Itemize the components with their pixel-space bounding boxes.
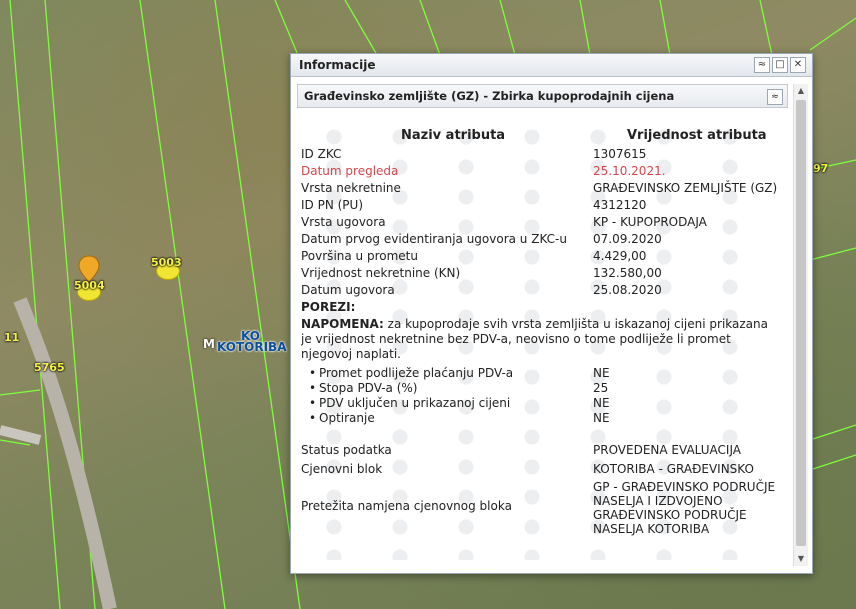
attribute-name: Datum pregleda xyxy=(301,164,399,178)
attribute-name: Datum ugovora xyxy=(301,283,395,297)
column-header-value: Vrijednost atributa xyxy=(627,128,767,143)
parcel-label[interactable]: 5004 xyxy=(74,279,105,292)
namjena-line: GRAĐEVINSKO PODRUČJE xyxy=(593,508,747,522)
namjena-line: NASELJA KOTORIBA xyxy=(593,522,710,536)
attribute-value: 1307615 xyxy=(593,147,647,161)
attribute-value: 25.08.2020 xyxy=(593,283,662,297)
attribute-value: PROVEDENA EVALUACIJA xyxy=(593,443,741,457)
attribute-value: 4.429,00 xyxy=(593,249,647,263)
attribute-name: Vrijednost nekretnine (KN) xyxy=(301,266,461,280)
section-header[interactable]: Građevinsko zemljište (GZ) - Zbirka kupo… xyxy=(297,84,788,108)
attribute-value: 07.09.2020 xyxy=(593,232,662,246)
tax-item-value: NE xyxy=(593,366,610,380)
tax-item-name: PDV uključen u prikazanoj cijeni xyxy=(309,396,510,410)
tax-item-value: NE xyxy=(593,411,610,425)
tax-item-name: Promet podliježe plaćanju PDV-a xyxy=(309,366,513,380)
attribute-value: KP - KUPOPRODAJA xyxy=(593,215,707,229)
tax-item-value: NE xyxy=(593,396,610,410)
attribute-value: GP - GRAĐEVINSKO PODRUČJE NASELJA I IZDV… xyxy=(593,480,775,536)
porezi-heading: POREZI: xyxy=(301,300,356,314)
place-label-prefix: M xyxy=(203,337,215,351)
attribute-name: Vrsta nekretnine xyxy=(301,181,401,195)
napomena-note: NAPOMENA: za kupoprodaje svih vrsta zeml… xyxy=(301,317,775,362)
window-titlebar[interactable]: Informacije xyxy=(291,54,812,77)
attribute-name: Cjenovni blok xyxy=(301,462,383,476)
parcel-label[interactable]: 97 xyxy=(813,162,828,175)
scrollbar[interactable]: ▲ ▼ xyxy=(793,84,808,566)
close-icon[interactable]: ✕ xyxy=(790,57,806,73)
attribute-name: Status podatka xyxy=(301,443,392,457)
attribute-value: 4312120 xyxy=(593,198,647,212)
parcel-label[interactable]: 11 xyxy=(4,331,19,344)
attribute-name: Datum prvog evidentiranja ugovora u ZKC-… xyxy=(301,232,567,246)
namjena-line: NASELJA I IZDVOJENO xyxy=(593,494,723,508)
tax-item-value: 25 xyxy=(593,381,609,395)
info-window[interactable]: Informacije ≈ □ ✕ Građevinsko zemljište … xyxy=(290,53,813,574)
restore-icon[interactable]: □ xyxy=(772,57,788,73)
attribute-name: Pretežita namjena cjenovnog bloka xyxy=(301,499,512,513)
tax-item-name: Stopa PDV-a (%) xyxy=(309,381,418,395)
scrollbar-thumb[interactable] xyxy=(796,100,806,546)
parcel-label[interactable]: 5765 xyxy=(34,361,65,374)
collapse-icon[interactable]: ≈ xyxy=(754,57,770,73)
scroll-down-icon[interactable]: ▼ xyxy=(794,552,808,566)
section-title: Građevinsko zemljište (GZ) - Zbirka kupo… xyxy=(304,89,675,103)
attribute-name: Vrsta ugovora xyxy=(301,215,386,229)
attribute-value: 132.580,00 xyxy=(593,266,662,280)
attribute-name: ID ZKC xyxy=(301,147,342,161)
attribute-value: GRAĐEVINSKO ZEMLJIŠTE (GZ) xyxy=(593,181,778,195)
attribute-name: ID PN (PU) xyxy=(301,198,364,212)
tax-item-name: Optiranje xyxy=(309,411,375,425)
napomena-label: NAPOMENA: xyxy=(301,317,384,331)
attribute-name: Površina u prometu xyxy=(301,249,418,263)
attribute-row: Pretežita namjena cjenovnog bloka GP - G… xyxy=(301,480,781,544)
place-label-name: KOTORIBA xyxy=(217,340,287,354)
attribute-value: KOTORIBA - GRAĐEVINSKO xyxy=(593,462,754,476)
column-header-attribute: Naziv atributa xyxy=(401,128,506,143)
scroll-up-icon[interactable]: ▲ xyxy=(794,84,808,98)
window-title: Informacije xyxy=(299,58,376,72)
namjena-line: GP - GRAĐEVINSKO PODRUČJE xyxy=(593,480,776,494)
collapse-section-icon[interactable]: ≈ xyxy=(767,89,783,105)
parcel-label[interactable]: 5003 xyxy=(151,256,182,269)
attribute-value: 25.10.2021. xyxy=(593,164,666,178)
attribute-panel: Naziv atributa Vrijednost atributa ID ZK… xyxy=(301,116,781,560)
